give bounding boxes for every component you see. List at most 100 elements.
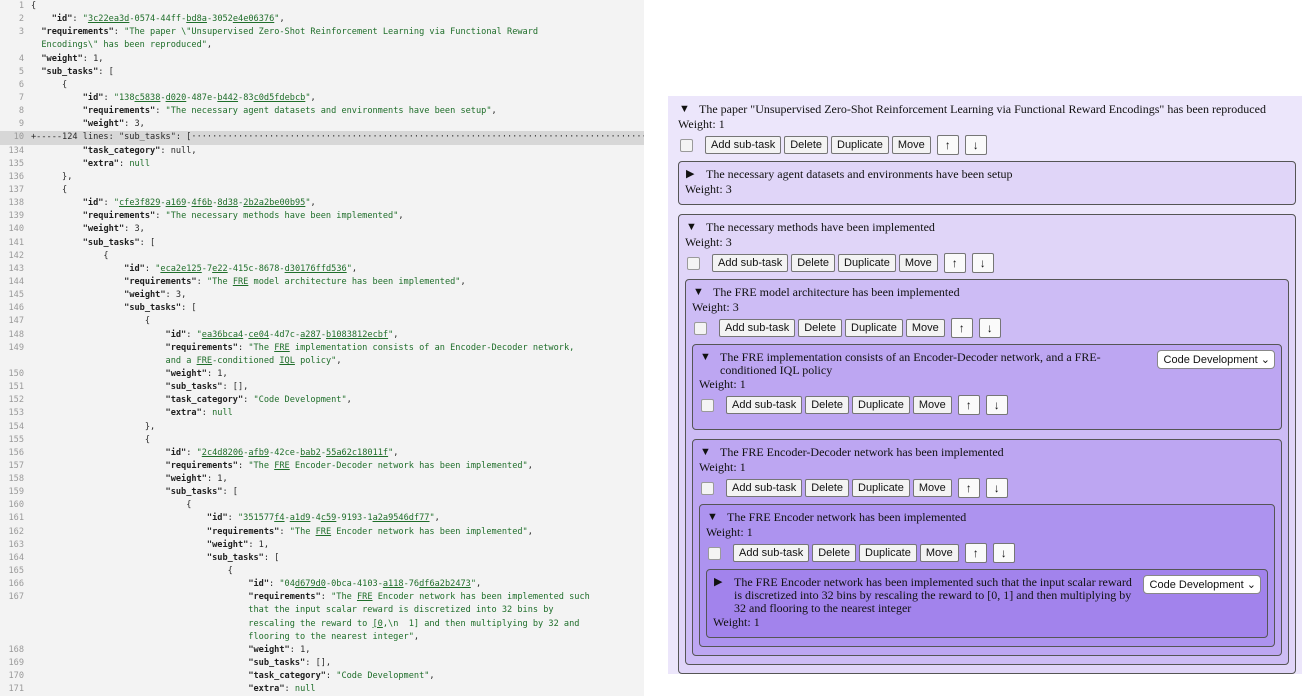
- code-line: 164 "sub_tasks": [: [0, 552, 644, 565]
- move-button[interactable]: Move: [912, 396, 952, 414]
- select-checkbox[interactable]: [687, 256, 700, 270]
- code-text: "id": "cfe3f829-a169-4f6b-8d38-2b2a2be00…: [31, 197, 316, 210]
- delete-button[interactable]: Delete: [791, 254, 835, 272]
- code-token: : null,: [160, 145, 197, 156]
- move-up-arrow-icon[interactable]: ↑: [957, 395, 980, 415]
- collapse-triangle-icon[interactable]: ▼: [685, 220, 706, 235]
- move-down-arrow-icon[interactable]: ↓: [978, 318, 1001, 338]
- task-category-select[interactable]: Code Development ⌄: [1142, 575, 1261, 594]
- move-down-arrow-icon[interactable]: ↓: [985, 395, 1008, 415]
- move-button[interactable]: Move: [891, 136, 931, 154]
- code-token: ,: [279, 14, 285, 25]
- delete-button[interactable]: Delete: [812, 544, 856, 562]
- code-token: ,: [336, 355, 342, 366]
- collapse-triangle-icon[interactable]: ▼: [699, 350, 720, 365]
- move-button[interactable]: Move: [905, 319, 945, 337]
- collapse-triangle-icon[interactable]: ▼: [706, 510, 727, 525]
- code-line: that the input scalar reward is discreti…: [0, 604, 644, 617]
- code-token: "The necessary methods have been impleme…: [165, 211, 399, 222]
- collapse-triangle-icon[interactable]: ▼: [692, 285, 713, 300]
- line-number: 1: [18, 1, 24, 11]
- code-token: ,: [413, 631, 420, 642]
- duplicate-button[interactable]: Duplicate: [852, 396, 910, 414]
- move-up-arrow-icon[interactable]: ↑: [936, 135, 959, 155]
- collapse-triangle-icon[interactable]: ▼: [678, 102, 699, 117]
- add-sub-task-button[interactable]: Add sub-task: [719, 319, 796, 337]
- duplicate-button[interactable]: Duplicate: [838, 254, 896, 272]
- code-line: Encodings\" has been reproduced",: [0, 39, 644, 52]
- code-text: {: [31, 250, 108, 263]
- code-line: 166 "id": "04d679d0-0bca-4103-a118-76df6…: [0, 578, 644, 591]
- line-number: 143: [8, 263, 24, 274]
- code-token: {: [31, 566, 233, 577]
- add-sub-task-button[interactable]: Add sub-task: [705, 136, 782, 154]
- expand-triangle-icon[interactable]: ▶: [713, 575, 734, 590]
- duplicate-button[interactable]: Duplicate: [852, 479, 910, 497]
- move-up-arrow-icon[interactable]: ↑: [950, 318, 973, 338]
- duplicate-button[interactable]: Duplicate: [845, 319, 903, 337]
- move-button[interactable]: Move: [912, 479, 952, 497]
- task-requirement-text: The FRE implementation consists of an En…: [720, 350, 1101, 377]
- select-checkbox[interactable]: [701, 398, 714, 412]
- code-text: "requirements": "The FRE implementation …: [31, 342, 575, 355]
- code-token: "The: [331, 592, 357, 603]
- delete-button[interactable]: Delete: [784, 136, 828, 154]
- delete-button[interactable]: Delete: [805, 396, 849, 414]
- code-token: :: [113, 27, 125, 38]
- delete-button[interactable]: Delete: [805, 479, 849, 497]
- code-token: -conditioned: [212, 355, 280, 366]
- code-token: "sub_tasks": [124, 303, 182, 314]
- add-sub-task-button[interactable]: Add sub-task: [726, 396, 803, 414]
- code-token: : [: [181, 303, 197, 314]
- code-text: },: [31, 171, 72, 184]
- code-token: :: [118, 158, 130, 169]
- line-number: 154: [8, 421, 24, 432]
- move-down-arrow-icon[interactable]: ↓: [971, 253, 994, 273]
- add-sub-task-button[interactable]: Add sub-task: [726, 479, 803, 497]
- code-token: "id": [124, 263, 145, 274]
- code-token: },: [31, 171, 73, 182]
- json-code-editor[interactable]: 1{2 "id": "3c22ea3d-0574-44ff-bd8a-3052e…: [0, 0, 644, 696]
- select-checkbox[interactable]: [694, 321, 707, 335]
- collapse-triangle-icon[interactable]: ▼: [699, 445, 720, 460]
- code-token: : [],: [305, 658, 332, 669]
- code-token: -76: [403, 579, 420, 590]
- delete-button[interactable]: Delete: [798, 319, 842, 337]
- code-token: bab2: [300, 447, 321, 458]
- task-category-select[interactable]: Code Development ⌄: [1156, 350, 1275, 369]
- select-checkbox[interactable]: [708, 546, 721, 560]
- code-token: and a: [31, 355, 197, 366]
- select-checkbox[interactable]: [701, 481, 714, 495]
- move-button[interactable]: Move: [898, 254, 938, 272]
- add-sub-task-button[interactable]: Add sub-task: [712, 254, 789, 272]
- move-down-arrow-icon[interactable]: ↓: [964, 135, 987, 155]
- code-token: null: [212, 408, 233, 419]
- code-token: [0: [372, 618, 383, 629]
- move-up-arrow-icon[interactable]: ↑: [957, 478, 980, 498]
- duplicate-button[interactable]: Duplicate: [859, 544, 917, 562]
- duplicate-button[interactable]: Duplicate: [831, 136, 889, 154]
- move-down-arrow-icon[interactable]: ↓: [992, 543, 1015, 563]
- line-number: 165: [8, 566, 24, 577]
- move-down-arrow-icon[interactable]: ↓: [985, 478, 1008, 498]
- expand-triangle-icon[interactable]: ▶: [685, 167, 706, 182]
- code-token: rescaling the reward to: [31, 618, 373, 629]
- move-up-arrow-icon[interactable]: ↑: [964, 543, 987, 563]
- line-number: 167: [8, 592, 24, 603]
- select-checkbox[interactable]: [680, 138, 693, 152]
- task-header: ▼ The FRE Encoder network has been implem…: [706, 510, 1268, 525]
- folded-lines-marker[interactable]: 10 +-----124 lines: "sub_tasks": [·······…: [0, 131, 644, 145]
- add-sub-task-button[interactable]: Add sub-task: [733, 544, 810, 562]
- move-button[interactable]: Move: [919, 544, 959, 562]
- code-token: -42ce-: [269, 447, 301, 458]
- code-text: {: [31, 0, 36, 13]
- move-up-arrow-icon[interactable]: ↑: [943, 253, 966, 273]
- code-token: "extra": [165, 408, 202, 419]
- code-text: "sub_tasks": [: [31, 237, 155, 250]
- code-token: Encoder network has been implemented suc…: [372, 592, 590, 603]
